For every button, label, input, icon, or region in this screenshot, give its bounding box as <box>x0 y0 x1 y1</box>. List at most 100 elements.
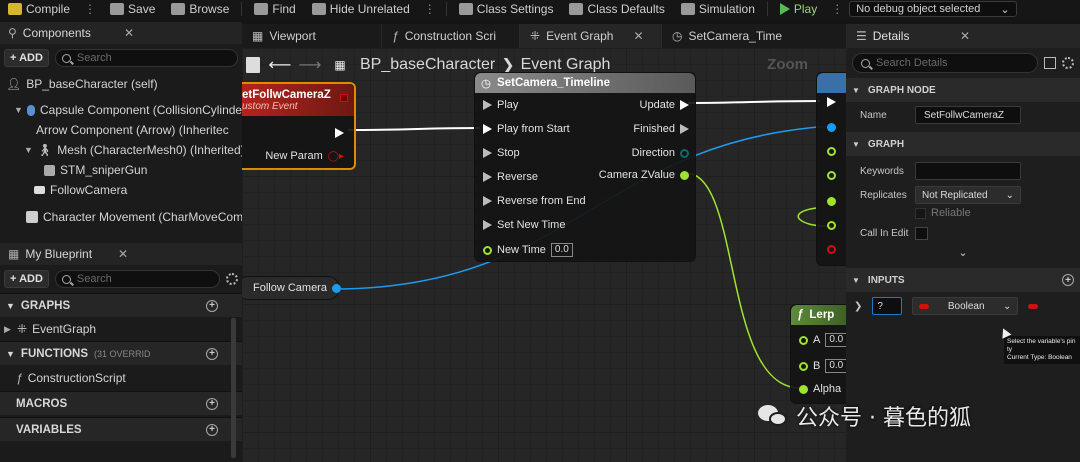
tab-event-graph[interactable]: ⁜ Event Graph ✕ <box>520 24 662 48</box>
chevron-down-icon[interactable]: ▼ <box>24 145 33 155</box>
variables-section-header[interactable]: VARIABLES + <box>0 417 242 441</box>
timeline-input-reverse[interactable]: Reverse <box>483 171 538 183</box>
hide-unrelated-options-icon[interactable]: ⋮ <box>418 2 442 16</box>
graph-section-header[interactable]: ▼ GRAPH <box>846 132 1080 156</box>
details-tab[interactable]: ☰ Details ✕ <box>846 24 1080 48</box>
macros-section-header[interactable]: MACROS + <box>0 391 242 415</box>
gear-icon[interactable] <box>226 273 238 285</box>
keywords-field[interactable] <box>915 162 1021 180</box>
exec-output-pin[interactable] <box>335 128 344 138</box>
set-relative-location-node[interactable] <box>816 72 846 266</box>
event-graph-canvas[interactable]: ⟵ ⟶ ▦ BP_baseCharacter ❯ Event Graph Zoo… <box>242 48 846 462</box>
replicates-select[interactable]: Not Replicated ⌄ <box>915 186 1021 204</box>
class-defaults-button[interactable]: Class Defaults <box>561 0 672 18</box>
timeline-output-camera-zvalue[interactable]: Camera ZValue <box>599 169 689 181</box>
timeline-output-direction[interactable]: Direction <box>632 147 689 159</box>
components-tab[interactable]: ⚲ Components ✕ <box>0 22 242 44</box>
my-blueprint-scrollbar[interactable] <box>231 318 236 458</box>
browse-button[interactable]: Browse <box>163 0 237 18</box>
tree-item-arrow[interactable]: Arrow Component (Arrow) (Inheritec <box>0 120 242 140</box>
tree-item-mesh[interactable]: ▼ 🚶︎ Mesh (CharacterMesh0) (Inherited) <box>0 140 242 160</box>
timeline-input-stop[interactable]: Stop <box>483 147 520 159</box>
new-param-pin[interactable]: New Param ◯▸ <box>265 150 344 162</box>
follow-camera-output-pin[interactable]: Follow Camera <box>253 282 341 294</box>
tree-item-follow-camera[interactable]: FollowCamera <box>0 180 242 200</box>
lerp-input-b[interactable]: B 0.0 <box>799 359 846 373</box>
lerp-node[interactable]: ƒ Lerp A 0.0 B 0.0 Alpha <box>790 304 846 404</box>
add-variable-icon[interactable]: + <box>206 423 218 436</box>
timeline-input-play-from-start[interactable]: Play from Start <box>483 123 570 135</box>
bookmark-icon[interactable] <box>246 57 260 73</box>
vector-pin-icon[interactable] <box>827 147 836 156</box>
grid-icon[interactable]: ▦ <box>330 55 350 75</box>
reliable-checkbox[interactable] <box>915 207 926 219</box>
lerp-input-a[interactable]: A 0.0 <box>799 333 846 347</box>
expand-more-icon[interactable]: ⌄ <box>846 246 1080 262</box>
tree-item-event-graph[interactable]: ▶ ⁜ EventGraph <box>0 317 242 341</box>
timeline-input-play[interactable]: Play <box>483 99 518 111</box>
close-icon[interactable]: ✕ <box>124 26 134 40</box>
chevron-down-icon[interactable]: ▼ <box>14 105 23 115</box>
compile-options-icon[interactable]: ⋮ <box>78 2 102 16</box>
follow-camera-node[interactable]: Follow Camera <box>242 276 341 300</box>
float-pin-icon[interactable] <box>827 221 836 230</box>
timeline-output-update[interactable]: Update <box>640 99 689 111</box>
timeline-node[interactable]: ◷ SetCamera_Timeline Play Play from Star… <box>474 72 696 262</box>
timeline-input-set-new-time[interactable]: Set New Time <box>483 219 565 231</box>
chevron-right-icon[interactable]: ▶ <box>4 324 12 335</box>
graph-node-section-header[interactable]: ▼ GRAPH NODE <box>846 78 1080 102</box>
vector-pin-icon[interactable] <box>827 171 836 180</box>
class-settings-button[interactable]: Class Settings <box>451 0 562 18</box>
hide-unrelated-button[interactable]: Hide Unrelated <box>304 0 418 18</box>
forward-arrow-icon[interactable]: ⟶ <box>299 55 322 75</box>
add-macro-icon[interactable]: + <box>206 397 218 410</box>
custom-event-node[interactable]: etFollwCameraZ ustom Event New Param ◯▸ <box>242 82 356 170</box>
float-pin-icon[interactable] <box>827 197 836 206</box>
close-icon[interactable]: ✕ <box>633 29 643 43</box>
object-pin-icon[interactable] <box>827 123 836 132</box>
call-in-edit-checkbox[interactable] <box>915 226 928 240</box>
tree-item-self[interactable]: 👤︎ BP_baseCharacter (self) <box>0 74 242 94</box>
add-component-button[interactable]: + ADD <box>4 49 49 67</box>
tab-construction-script[interactable]: ƒ Construction Scri <box>382 24 520 48</box>
chevron-right-icon[interactable]: ❯ <box>854 301 862 312</box>
tree-item-capsule[interactable]: ▼ Capsule Component (CollisionCylinde <box>0 100 242 120</box>
inputs-section-header[interactable]: ▼ INPUTS + <box>846 268 1080 292</box>
play-button[interactable]: Play <box>772 0 825 18</box>
graphs-section-header[interactable]: ▼ GRAPHS + <box>0 293 242 317</box>
exec-pin-icon[interactable] <box>827 97 836 107</box>
compile-button[interactable]: Compile <box>0 0 78 18</box>
play-options-icon[interactable]: ⋮ <box>825 2 849 16</box>
tree-item-construction-script[interactable]: ƒ ConstructionScript <box>0 365 242 391</box>
save-button[interactable]: Save <box>102 0 163 18</box>
details-search-input[interactable]: Search Details <box>852 53 1038 73</box>
table-view-icon[interactable] <box>1044 57 1056 69</box>
new-time-value[interactable]: 0.0 <box>550 243 573 257</box>
debug-object-select[interactable]: No debug object selected ⌄ <box>849 1 1017 17</box>
timeline-input-new-time[interactable]: New Time 0.0 <box>483 243 573 257</box>
simulation-button[interactable]: Simulation <box>673 0 763 18</box>
back-arrow-icon[interactable]: ⟵ <box>269 55 292 75</box>
my-blueprint-tab[interactable]: ▦ My Blueprint ✕ <box>0 243 242 265</box>
add-blueprint-item-button[interactable]: + ADD <box>4 270 49 288</box>
add-input-icon[interactable]: + <box>1062 274 1074 286</box>
tree-item-character-movement[interactable]: Character Movement (CharMoveComp <box>0 207 242 227</box>
functions-section-header[interactable]: ▼ FUNCTIONS (31 OVERRID + <box>0 341 242 365</box>
lerp-a-value[interactable]: 0.0 <box>825 333 846 347</box>
bool-pin-icon[interactable] <box>827 245 836 254</box>
tree-item-sniper-gun[interactable]: STM_sniperGun <box>0 160 242 180</box>
close-icon[interactable]: ✕ <box>960 29 970 43</box>
input-type-select[interactable]: Boolean ⌄ <box>912 297 1019 315</box>
tab-viewport[interactable]: ▦ Viewport <box>242 24 382 48</box>
lerp-b-value[interactable]: 0.0 <box>825 359 846 373</box>
name-field[interactable]: SetFollwCameraZ <box>915 106 1021 124</box>
timeline-input-reverse-from-end[interactable]: Reverse from End <box>483 195 586 207</box>
delegate-pin[interactable] <box>340 94 348 102</box>
find-button[interactable]: Find <box>246 0 303 18</box>
breadcrumb-root[interactable]: BP_baseCharacter <box>360 56 495 74</box>
add-graph-icon[interactable]: + <box>206 299 218 312</box>
components-search-input[interactable]: Search <box>54 49 238 67</box>
close-icon[interactable]: ✕ <box>118 247 128 261</box>
input-name-field[interactable]: ? <box>872 297 903 315</box>
tab-set-camera-timeline[interactable]: ◷ SetCamera_Time <box>662 24 822 48</box>
